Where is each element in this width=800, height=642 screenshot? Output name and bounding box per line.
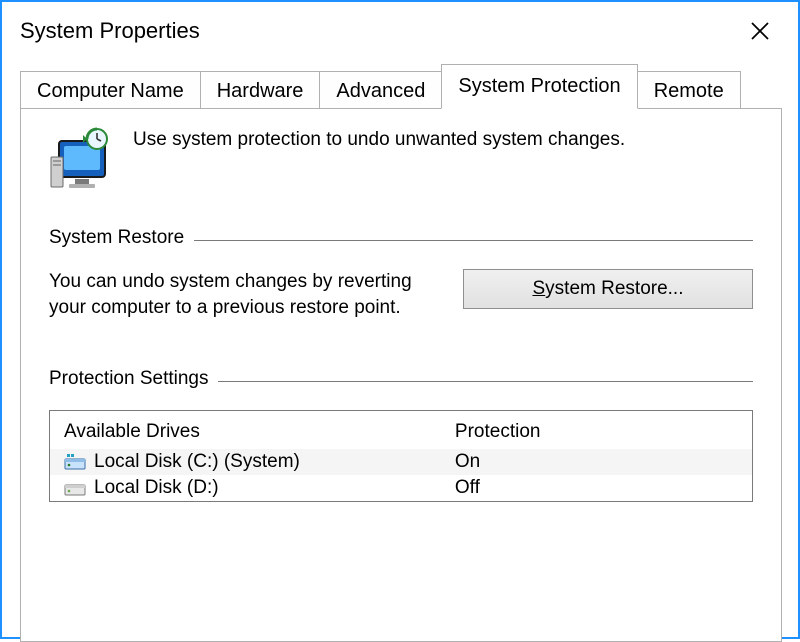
drive-name: Local Disk (D:)	[94, 477, 219, 499]
section-label-restore: System Restore	[49, 227, 194, 249]
tab-strip: Computer Name Hardware Advanced System P…	[20, 64, 782, 109]
drive-protection-status: On	[455, 451, 738, 473]
tab-advanced[interactable]: Advanced	[319, 71, 442, 111]
window-title: System Properties	[20, 18, 200, 44]
restore-description: You can undo system changes by reverting…	[49, 269, 443, 320]
restore-row: You can undo system changes by reverting…	[49, 269, 753, 320]
button-text-rest: ystem Restore...	[545, 278, 683, 299]
system-restore-button[interactable]: System Restore...	[463, 269, 753, 309]
tab-computer-name[interactable]: Computer Name	[20, 71, 201, 111]
intro-row: Use system protection to undo unwanted s…	[49, 127, 753, 191]
tab-system-protection[interactable]: System Protection	[441, 64, 637, 109]
section-header-restore: System Restore	[49, 227, 753, 249]
column-header-drive: Available Drives	[64, 421, 455, 443]
section-label-protection: Protection Settings	[49, 368, 218, 390]
section-protection-settings: Protection Settings Available Drives Pro…	[49, 368, 753, 502]
drive-name: Local Disk (C:) (System)	[94, 451, 300, 473]
section-divider	[218, 381, 753, 382]
section-system-restore: System Restore You can undo system chang…	[49, 227, 753, 320]
tab-panel-system-protection: Use system protection to undo unwanted s…	[20, 108, 782, 642]
intro-text: Use system protection to undo unwanted s…	[133, 127, 625, 151]
column-header-protection: Protection	[455, 421, 738, 443]
titlebar: System Properties	[2, 2, 798, 56]
drive-protection-status: Off	[455, 477, 738, 499]
button-accelerator: S	[532, 278, 545, 299]
section-header-protection: Protection Settings	[49, 368, 753, 390]
tab-remote[interactable]: Remote	[637, 71, 741, 111]
drive-row[interactable]: Local Disk (D:) Off	[50, 475, 752, 501]
close-button[interactable]	[740, 11, 780, 51]
drive-row[interactable]: Local Disk (C:) (System) On	[50, 449, 752, 475]
tab-hardware[interactable]: Hardware	[200, 71, 321, 111]
drives-header: Available Drives Protection	[50, 411, 752, 449]
close-icon	[750, 21, 770, 41]
drives-list: Available Drives Protection Local D	[49, 410, 753, 502]
system-protection-icon	[49, 127, 119, 191]
hard-drive-icon	[64, 453, 86, 471]
hard-drive-icon	[64, 479, 86, 497]
section-divider	[194, 240, 753, 241]
